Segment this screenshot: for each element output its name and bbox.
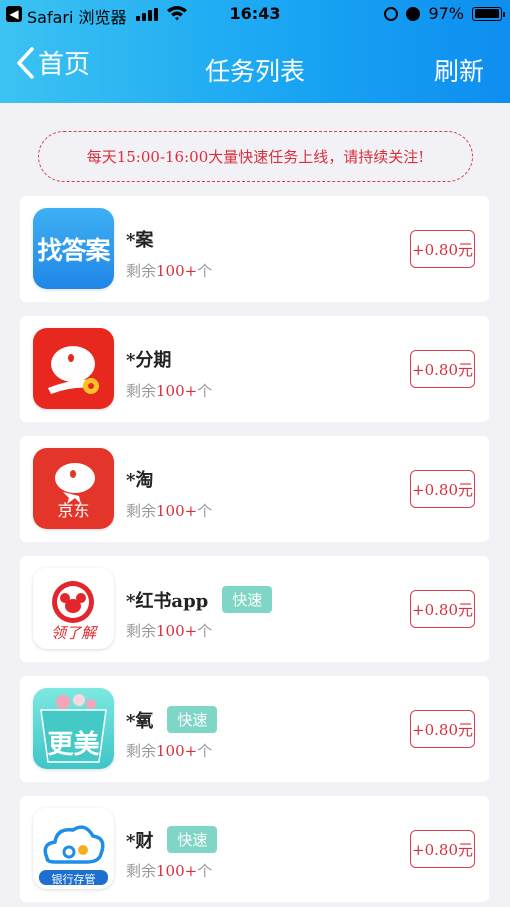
logo-text: 京东 <box>57 501 90 520</box>
task-name: *财 快速 <box>126 826 218 853</box>
remain-prefix: 剩余 <box>126 502 157 520</box>
task-card[interactable]: 找答案 *案 剩余100+个 +0.80元 <box>20 196 489 302</box>
logo-text: 更美 <box>47 730 100 760</box>
remain-count: 100+ <box>156 862 198 880</box>
remain-count: 100+ <box>156 502 198 520</box>
logo-text: 银行存管 <box>51 873 96 886</box>
task-card[interactable]: 银行存管 *财 快速 剩余100+个 +0.80元 <box>20 796 489 902</box>
refresh-button[interactable]: 刷新 <box>434 52 484 88</box>
task-name-text: *案 <box>126 230 154 251</box>
jd-icon: 京东 <box>33 448 114 529</box>
remain-suffix: 个 <box>197 622 213 640</box>
remain-count: 100+ <box>156 742 198 760</box>
remain-suffix: 个 <box>197 502 213 520</box>
task-name: *红书app 快速 <box>126 586 273 613</box>
remain-prefix: 剩余 <box>126 622 157 640</box>
status-right: 97% <box>384 4 505 23</box>
task-name: *淘 <box>126 466 153 492</box>
task-name: *氧 快速 <box>126 706 218 733</box>
notice-banner: 每天15:00-16:00大量快速任务上线，请持续关注! <box>38 131 473 182</box>
remain-prefix: 剩余 <box>126 262 157 280</box>
task-card[interactable]: 领了解 *红书app 快速 剩余100+个 +0.80元 <box>20 556 489 662</box>
alarm-icon <box>406 6 421 21</box>
fast-badge: 快速 <box>167 706 218 733</box>
task-price[interactable]: +0.80元 <box>410 830 475 868</box>
task-remain: 剩余100+个 <box>126 500 212 521</box>
remain-count: 100+ <box>156 622 198 640</box>
remain-suffix: 个 <box>197 742 213 760</box>
task-price[interactable]: +0.80元 <box>410 470 475 508</box>
zhaodaan-icon: 找答案 <box>33 208 114 289</box>
battery-icon <box>472 6 505 21</box>
task-name: *案 <box>126 226 153 252</box>
task-name-text: *红书app <box>126 590 209 612</box>
orientation-lock-icon <box>384 6 399 21</box>
logo-text: 找答案 <box>37 235 110 265</box>
task-remain: 剩余100+个 <box>126 260 212 281</box>
task-card[interactable]: *分期 剩余100+个 +0.80元 <box>20 316 489 422</box>
task-remain: 剩余100+个 <box>126 380 212 401</box>
remain-prefix: 剩余 <box>126 382 157 400</box>
task-name-text: *分期 <box>126 350 172 371</box>
task-remain: 剩余100+个 <box>126 860 212 881</box>
remain-prefix: 剩余 <box>126 742 157 760</box>
header: ◀ Safari 浏览器 16:43 97% 首页 任务列表 刷新 <box>0 0 510 103</box>
task-card[interactable]: 更美 *氧 快速 剩余100+个 +0.80元 <box>20 676 489 782</box>
task-remain: 剩余100+个 <box>126 740 212 761</box>
jd-finance-icon <box>33 328 114 409</box>
koala-icon: 领了解 <box>33 568 114 649</box>
fast-badge: 快速 <box>222 586 273 613</box>
task-remain: 剩余100+个 <box>126 620 212 641</box>
task-name-text: *财 <box>126 830 154 852</box>
task-card[interactable]: 京东 *淘 剩余100+个 +0.80元 <box>20 436 489 542</box>
task-name: *分期 <box>126 346 171 372</box>
fast-badge: 快速 <box>167 826 218 853</box>
task-price[interactable]: +0.80元 <box>410 350 475 388</box>
task-name-text: *氧 <box>126 710 154 732</box>
remain-suffix: 个 <box>197 262 213 280</box>
jd-dog-graphic <box>48 346 99 394</box>
gengmei-icon: 更美 <box>33 688 114 769</box>
task-price[interactable]: +0.80元 <box>410 590 475 628</box>
bank-cloud-icon: 银行存管 <box>33 808 114 889</box>
remain-count: 100+ <box>156 262 198 280</box>
remain-prefix: 剩余 <box>126 862 157 880</box>
remain-count: 100+ <box>156 382 198 400</box>
remain-suffix: 个 <box>197 382 213 400</box>
status-bar: ◀ Safari 浏览器 16:43 97% <box>0 0 510 30</box>
task-price[interactable]: +0.80元 <box>410 230 475 268</box>
remain-suffix: 个 <box>197 862 213 880</box>
logo-text: 领了解 <box>50 624 96 642</box>
task-price[interactable]: +0.80元 <box>410 710 475 748</box>
battery-percent: 97% <box>428 4 464 23</box>
task-name-text: *淘 <box>126 470 154 491</box>
